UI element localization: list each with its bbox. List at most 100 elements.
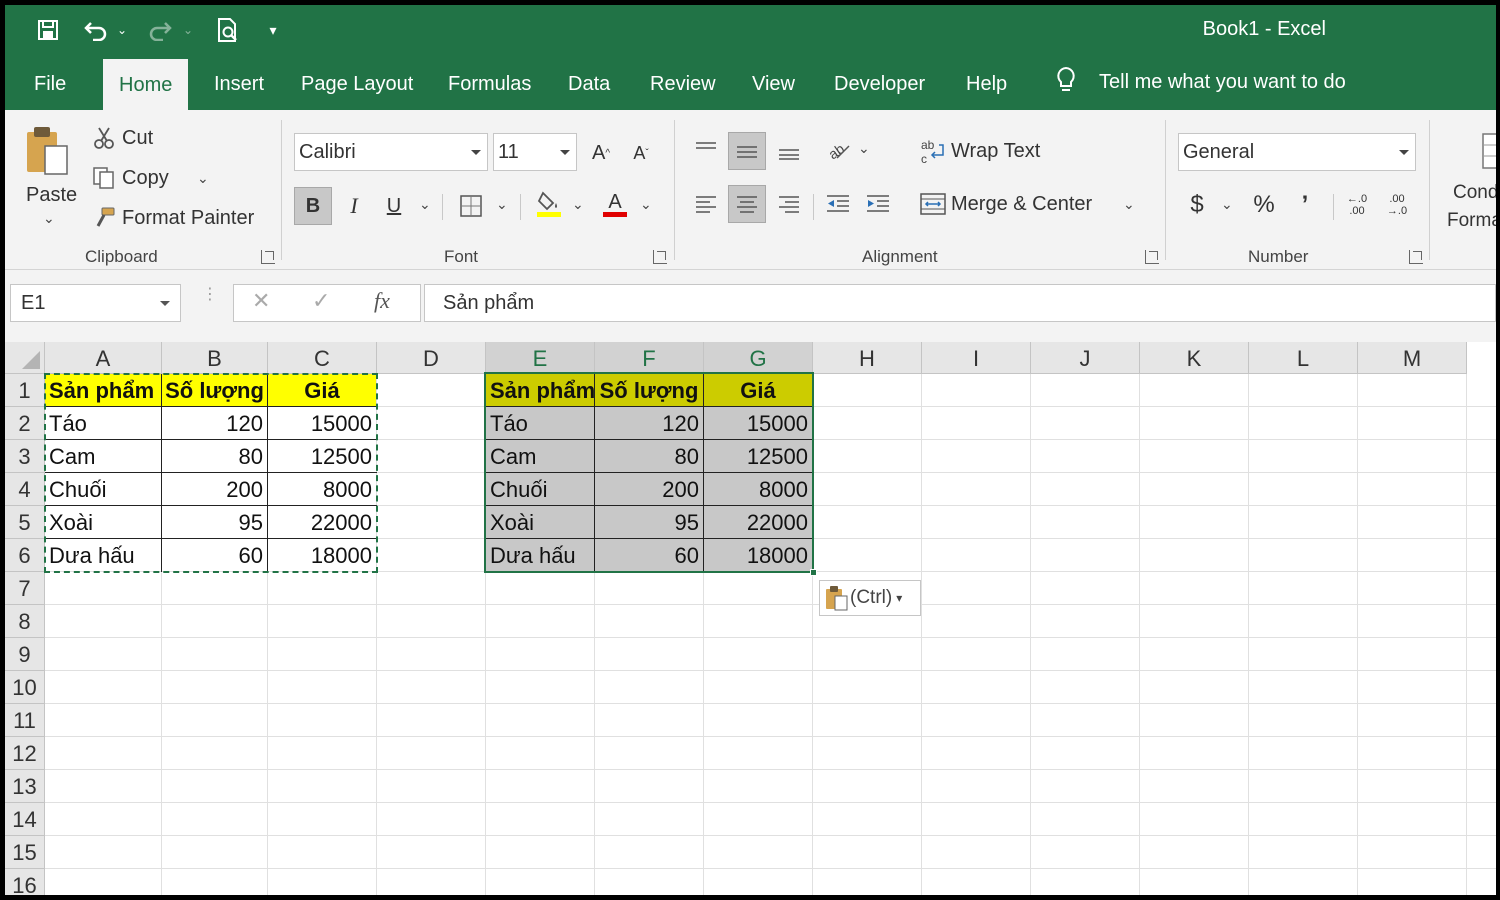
print-preview-icon[interactable] [211,15,245,45]
column-header-f[interactable]: F [595,342,704,374]
merge-center-button[interactable]: Merge & Center [951,193,1092,216]
top-align-icon[interactable] [688,132,724,168]
row-header-11[interactable]: 11 [5,704,45,737]
format-painter-button[interactable]: Format Painter [122,207,254,230]
decrease-decimal-icon[interactable]: .00 →.0 [1379,187,1415,223]
row-header-14[interactable]: 14 [5,803,45,836]
cut-button[interactable]: Cut [122,127,153,150]
row-header-2[interactable]: 2 [5,407,45,440]
copy-button[interactable]: Copy [122,167,169,190]
underline-button[interactable]: U [376,188,412,224]
fill-handle[interactable] [810,569,817,576]
column-header-b[interactable]: B [162,342,268,374]
font-color-icon[interactable]: A [597,186,633,222]
font-size-dropdown[interactable]: 11 [493,133,577,171]
fill-color-icon[interactable] [531,186,567,222]
tell-me-box[interactable]: Tell me what you want to do [1055,55,1346,110]
orientation-dropdown-icon[interactable]: ⌄ [858,140,870,157]
column-header-e[interactable]: E [486,342,595,374]
underline-dropdown-icon[interactable]: ⌄ [419,196,431,213]
increase-indent-icon[interactable] [860,186,896,222]
column-header-c[interactable]: C [268,342,377,374]
cut-icon[interactable] [92,126,116,150]
number-format-dropdown[interactable]: General [1178,133,1416,171]
percent-button[interactable]: % [1246,187,1282,223]
align-center-icon[interactable] [728,185,766,223]
name-box[interactable]: E1 [10,284,181,322]
currency-button[interactable]: $ [1179,187,1215,223]
tab-help[interactable]: Help [966,55,1007,110]
tab-review[interactable]: Review [650,55,716,110]
copy-dropdown-icon[interactable]: ⌄ [197,170,209,187]
undo-icon[interactable] [79,15,113,45]
customize-toolbar-icon[interactable]: ▾ [263,15,283,45]
format-painter-icon[interactable] [92,206,116,230]
formula-bar-grip-icon[interactable]: ⋮ [202,287,218,315]
row-header-13[interactable]: 13 [5,770,45,803]
conditional-formatting-icon[interactable] [1481,132,1496,170]
italic-button[interactable]: I [336,188,372,224]
row-header-1[interactable]: 1 [5,374,45,407]
borders-icon[interactable] [453,188,489,224]
row-header-12[interactable]: 12 [5,737,45,770]
paste-dropdown-icon[interactable]: ⌄ [43,210,55,227]
merge-center-icon[interactable] [919,190,947,218]
row-header-3[interactable]: 3 [5,440,45,473]
bottom-align-icon[interactable] [771,132,807,168]
column-header-m[interactable]: M [1358,342,1467,374]
align-left-icon[interactable] [688,186,724,222]
conditional-formatting-label-1[interactable]: Cond [1453,182,1496,204]
undo-dropdown-icon[interactable]: ⌄ [115,15,129,45]
fill-color-dropdown-icon[interactable]: ⌄ [572,196,584,213]
tab-insert[interactable]: Insert [214,55,264,110]
decrease-font-size-icon[interactable]: Aˇ [623,135,659,171]
decrease-indent-icon[interactable] [820,186,856,222]
column-header-h[interactable]: H [813,342,922,374]
font-launcher-icon[interactable] [653,250,667,264]
redo-icon[interactable] [143,15,177,45]
column-header-g[interactable]: G [704,342,813,374]
formula-input[interactable]: Sản phẩm [424,284,1496,322]
column-header-a[interactable]: A [45,342,162,374]
column-header-d[interactable]: D [377,342,486,374]
alignment-launcher-icon[interactable] [1145,250,1159,264]
paste-icon[interactable] [25,124,71,178]
conditional-formatting-label-2[interactable]: Forma [1447,210,1496,232]
paste-options-button[interactable]: (Ctrl) ▾ [819,580,921,616]
borders-dropdown-icon[interactable]: ⌄ [496,196,508,213]
enter-icon[interactable]: ✓ [312,288,330,314]
cancel-icon[interactable]: ✕ [252,288,270,314]
row-header-15[interactable]: 15 [5,836,45,869]
row-header-9[interactable]: 9 [5,638,45,671]
row-header-7[interactable]: 7 [5,572,45,605]
orientation-icon[interactable]: ab [822,132,858,168]
comma-style-button[interactable]: ’ [1287,187,1323,223]
tab-developer[interactable]: Developer [834,55,925,110]
tab-file[interactable]: File [34,55,66,110]
select-all-button[interactable] [5,342,45,374]
copy-icon[interactable] [92,166,116,190]
wrap-text-button[interactable]: Wrap Text [951,140,1040,163]
row-header-5[interactable]: 5 [5,506,45,539]
tab-data[interactable]: Data [568,55,610,110]
save-icon[interactable] [33,15,63,45]
middle-align-icon[interactable] [728,132,766,170]
row-header-10[interactable]: 10 [5,671,45,704]
font-name-dropdown[interactable]: Calibri [294,133,488,171]
column-header-k[interactable]: K [1140,342,1249,374]
insert-function-icon[interactable]: fx [374,288,390,314]
row-header-4[interactable]: 4 [5,473,45,506]
paste-label[interactable]: Paste [26,184,77,207]
tab-page-layout[interactable]: Page Layout [301,55,413,110]
row-header-6[interactable]: 6 [5,539,45,572]
font-color-dropdown-icon[interactable]: ⌄ [640,196,652,213]
tab-home[interactable]: Home [103,59,189,110]
column-header-l[interactable]: L [1249,342,1358,374]
row-header-16[interactable]: 16 [5,869,45,895]
column-header-j[interactable]: J [1031,342,1140,374]
row-header-8[interactable]: 8 [5,605,45,638]
column-header-i[interactable]: I [922,342,1031,374]
tab-view[interactable]: View [752,55,795,110]
currency-dropdown-icon[interactable]: ⌄ [1221,196,1233,213]
wrap-text-icon[interactable]: ab c [919,137,947,166]
